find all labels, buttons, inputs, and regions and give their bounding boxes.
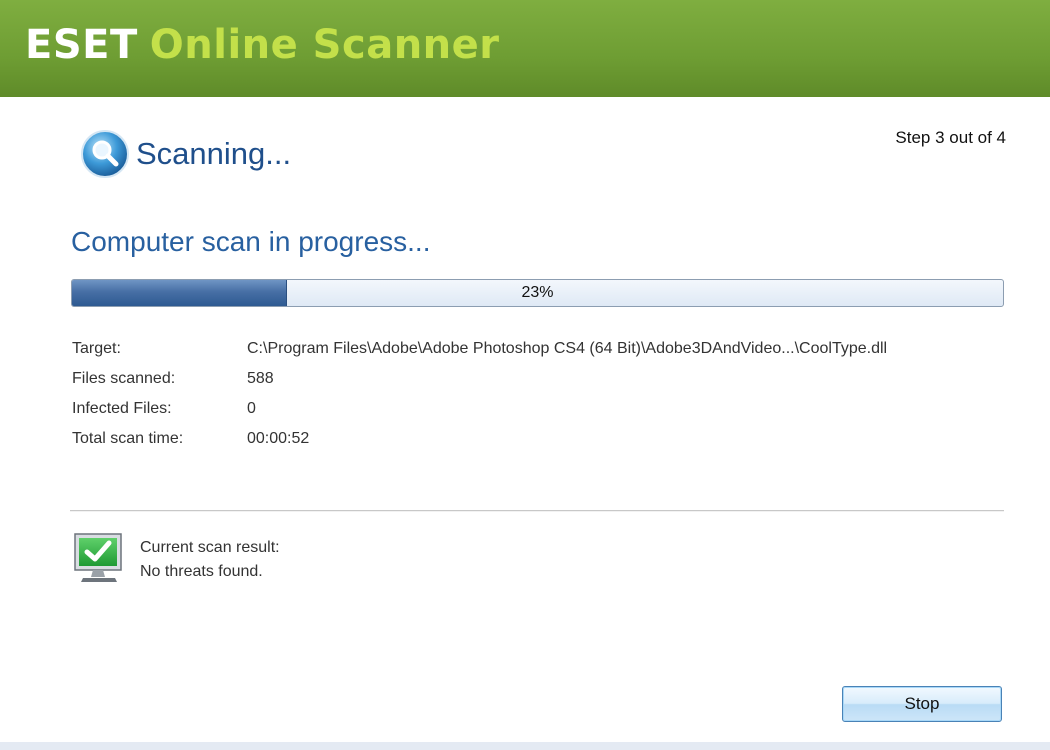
- step-indicator: Step 3 out of 4: [895, 128, 1006, 147]
- brand-eset-text: ESET: [25, 22, 138, 68]
- product-logo: ESET Online Scanner: [25, 22, 500, 68]
- section-divider: [70, 510, 1004, 512]
- total-scan-time-value: 00:00:52: [247, 430, 310, 447]
- scanning-title: Scanning...: [136, 136, 292, 171]
- stop-button[interactable]: Stop: [842, 686, 1002, 722]
- target-label: Target:: [72, 340, 121, 357]
- scan-result-text: Current scan result: No threats found.: [140, 536, 280, 584]
- footer-strip: [0, 742, 1050, 750]
- brand-product-text: Online Scanner: [149, 22, 500, 68]
- target-value: C:\Program Files\Adobe\Adobe Photoshop C…: [247, 340, 888, 357]
- header-bar: ESET Online Scanner: [0, 0, 1050, 97]
- magnifier-icon: [81, 130, 129, 178]
- scan-progress-heading: Computer scan in progress...: [71, 226, 431, 257]
- progress-percent-label: 23%: [521, 284, 554, 301]
- files-scanned-value: 588: [247, 370, 274, 387]
- files-scanned-label: Files scanned:: [72, 370, 176, 387]
- eset-scanner-window: ESET Online Scanner Scanning... Step 3 ou…: [0, 0, 1050, 750]
- scan-result-message: No threats found.: [140, 563, 263, 580]
- scan-result-heading: Current scan result:: [140, 539, 280, 556]
- monitor-checkmark-icon: [74, 533, 122, 582]
- infected-files-label: Infected Files:: [72, 400, 172, 417]
- total-scan-time-label: Total scan time:: [72, 430, 184, 447]
- scan-progress-bar: 23%: [71, 279, 1004, 307]
- infected-files-value: 0: [247, 400, 256, 417]
